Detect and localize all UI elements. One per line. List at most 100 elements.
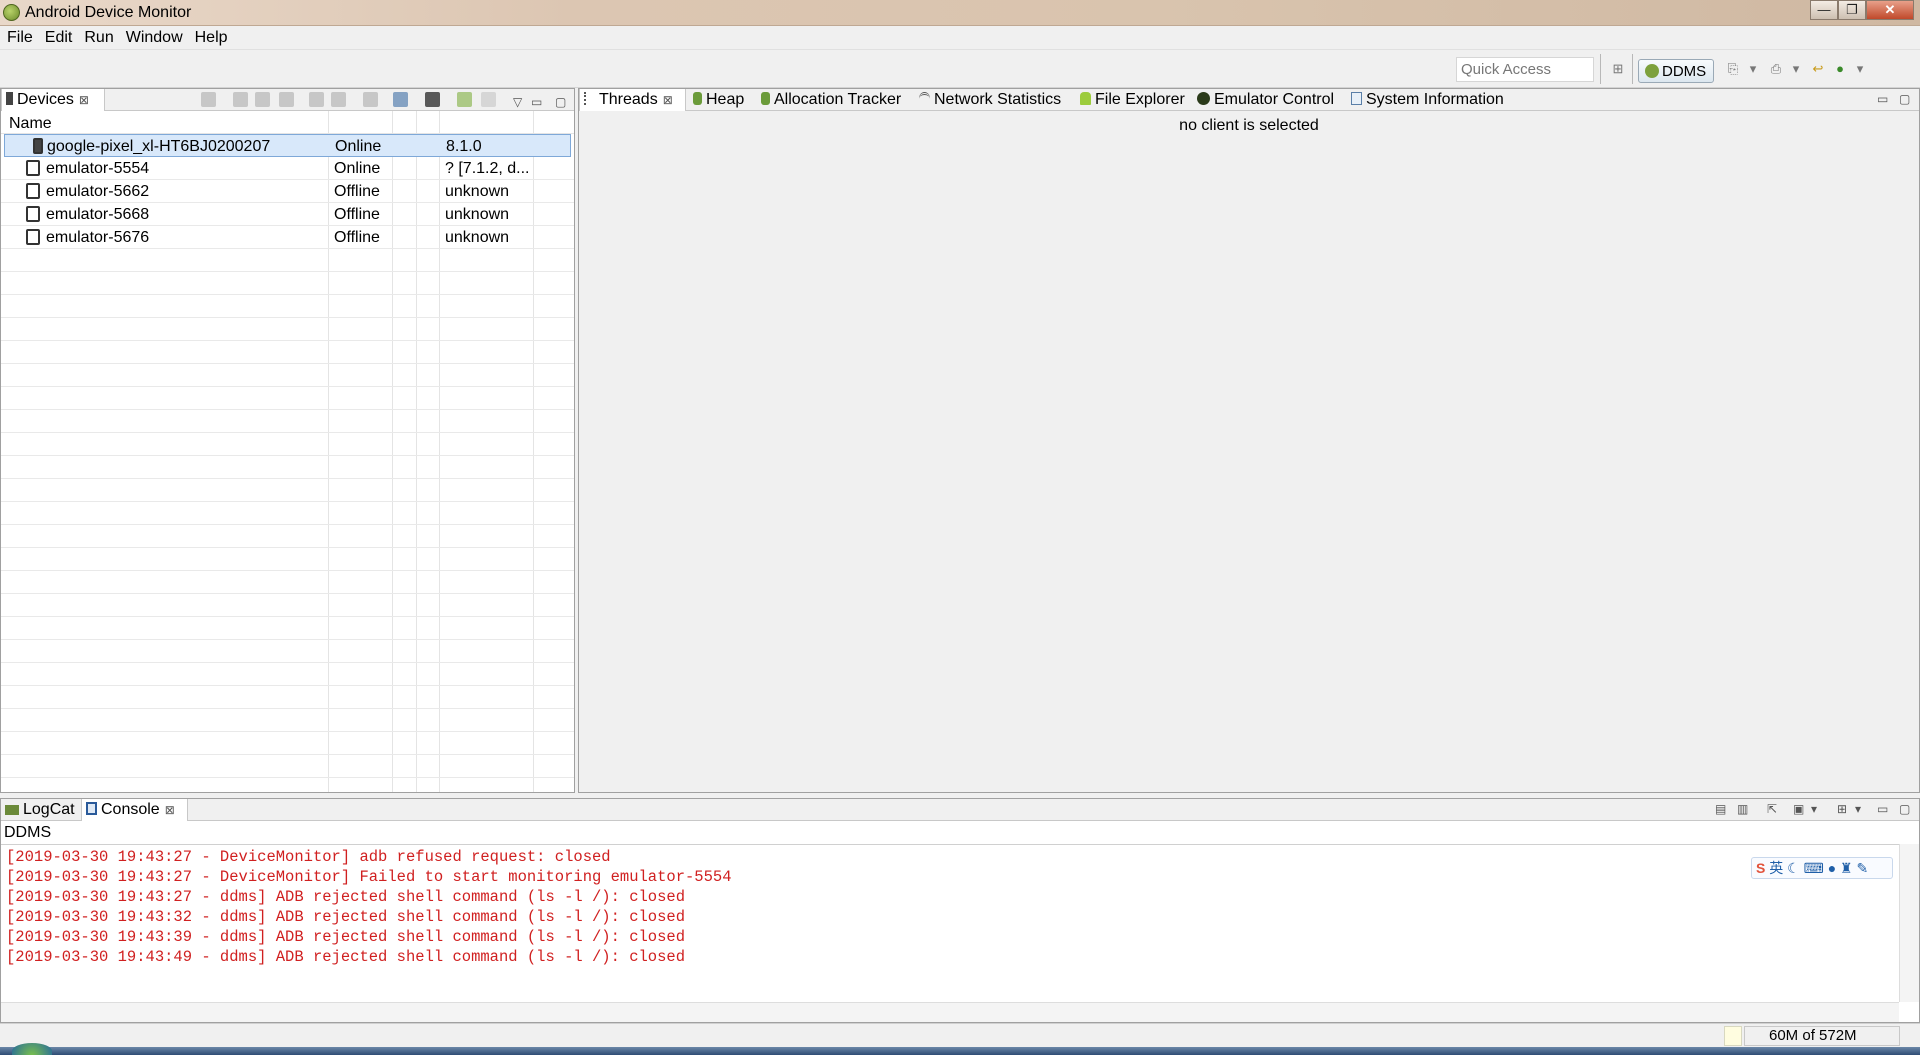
empty-row xyxy=(1,525,574,548)
quick-access-input[interactable]: Quick Access xyxy=(1456,57,1594,82)
log-line: [2019-03-30 19:43:27 - ddms] ADB rejecte… xyxy=(6,888,686,906)
window-controls: — ❐ ✕ xyxy=(1810,0,1914,21)
close-icon[interactable]: ⊠ xyxy=(165,803,175,817)
column-name-header[interactable]: Name xyxy=(9,115,52,133)
empty-row xyxy=(1,502,574,525)
emulator-icon xyxy=(26,160,40,176)
systrace-capture-icon[interactable] xyxy=(457,92,472,107)
update-heap-icon[interactable] xyxy=(233,92,248,107)
tab-devices[interactable]: Devices ⊠ xyxy=(1,89,105,111)
menu-help[interactable]: Help xyxy=(195,29,228,47)
window-title: Android Device Monitor xyxy=(25,4,192,21)
empty-row xyxy=(1,640,574,663)
menu-file[interactable]: File xyxy=(7,29,33,47)
maximize-icon[interactable]: ▢ xyxy=(1899,802,1910,816)
dump-view-hierarchy-icon[interactable] xyxy=(425,92,440,107)
empty-row xyxy=(1,755,574,778)
client-tabbar: Threads ⊠ Heap Allocation Tracker Network… xyxy=(579,89,1919,111)
vertical-scrollbar[interactable] xyxy=(1899,844,1919,1002)
clear-console-icon[interactable]: ▤ xyxy=(1715,802,1726,816)
emulator-control-icon xyxy=(1197,92,1210,105)
back-arrow-icon[interactable]: ↩ xyxy=(1810,61,1826,77)
device-name: emulator-5676 xyxy=(46,229,150,246)
cause-gc-icon[interactable] xyxy=(279,92,294,107)
toolbar-separator xyxy=(1632,54,1633,84)
menu-window[interactable]: Window xyxy=(126,29,183,47)
close-button[interactable]: ✕ xyxy=(1866,0,1914,20)
tab-emulator-control[interactable]: Emulator Control xyxy=(1193,89,1334,111)
toolbar-separator xyxy=(1600,54,1601,84)
empty-row xyxy=(1,456,574,479)
empty-row xyxy=(1,663,574,686)
tab-system-information[interactable]: System Information xyxy=(1347,89,1504,111)
tab-console[interactable]: Console ⊠ xyxy=(81,799,188,821)
display-console-icon[interactable]: ▣ xyxy=(1793,802,1804,816)
scroll-lock-icon[interactable]: ▥ xyxy=(1737,802,1748,816)
tab-threads[interactable]: Threads ⊠ xyxy=(579,89,686,111)
open-console-icon[interactable]: ⊞ xyxy=(1837,802,1847,816)
empty-row xyxy=(1,594,574,617)
start-opengl-trace-icon[interactable] xyxy=(481,92,496,107)
device-row[interactable]: emulator-5668 Offline unknown xyxy=(1,203,574,226)
dropdown-arrow-icon[interactable]: ▾ xyxy=(1852,61,1868,77)
dump-hierarchy-icon[interactable]: ⎙ xyxy=(1768,61,1784,77)
update-threads-icon[interactable] xyxy=(309,92,324,107)
close-icon[interactable]: ⊠ xyxy=(663,93,673,107)
debug-process-icon[interactable] xyxy=(201,92,216,107)
ime-toolbar[interactable]: S 英 ☾ ⌨ ● ♜ ✎ xyxy=(1751,857,1893,879)
heap-status[interactable]: 60M of 572M xyxy=(1744,1026,1900,1046)
tab-logcat[interactable]: LogCat xyxy=(1,799,75,821)
empty-row xyxy=(1,295,574,318)
screen-capture-icon[interactable] xyxy=(393,92,408,107)
dropdown-arrow-icon[interactable]: ▾ xyxy=(1855,802,1861,816)
tab-allocation-tracker[interactable]: Allocation Tracker xyxy=(757,89,901,111)
menu-run[interactable]: Run xyxy=(84,29,113,47)
tab-file-explorer-label: File Explorer xyxy=(1095,91,1185,108)
device-version: unknown xyxy=(445,229,510,246)
empty-row xyxy=(1,433,574,456)
dropdown-arrow-icon[interactable]: ▾ xyxy=(1811,802,1817,816)
screen-capture-icon[interactable]: ⎘ xyxy=(1725,61,1741,77)
dropdown-arrow-icon[interactable]: ▾ xyxy=(1788,61,1804,77)
console-panel: LogCat Console ⊠ ▤ ▥ ⇱ ▣ ▾ ⊞ ▾ ▭ ▢ DDMS [… xyxy=(0,798,1920,1023)
pin-console-icon[interactable]: ⇱ xyxy=(1767,802,1777,816)
device-row[interactable]: google-pixel_xl-HT6BJ0200207 Online 8.1.… xyxy=(4,134,571,157)
empty-row xyxy=(1,617,574,640)
devices-table: Name google-pixel_xl-HT6BJ0200207 Online… xyxy=(1,111,574,792)
console-output[interactable]: [2019-03-30 19:43:27 - DeviceMonitor] ad… xyxy=(1,844,1899,1002)
minimize-icon[interactable]: ▭ xyxy=(1877,92,1888,106)
empty-row xyxy=(1,387,574,410)
maximize-icon[interactable]: ▢ xyxy=(1899,92,1910,106)
android-device-monitor-icon xyxy=(3,4,20,21)
open-perspective-icon[interactable]: ⊞ xyxy=(1610,61,1626,77)
device-row[interactable]: emulator-5676 Offline unknown xyxy=(1,226,574,249)
device-version: 8.1.0 xyxy=(446,138,482,155)
tab-network-statistics[interactable]: Network Statistics xyxy=(915,89,1061,111)
menu-edit[interactable]: Edit xyxy=(45,29,73,47)
tab-heap[interactable]: Heap xyxy=(689,89,744,111)
tab-devices-label: Devices xyxy=(17,91,74,108)
dump-hprof-icon[interactable] xyxy=(255,92,270,107)
stop-process-icon[interactable] xyxy=(363,92,378,107)
devices-tabbar: Devices ⊠ ▽ ▭ ▢ xyxy=(1,89,574,111)
device-row[interactable]: emulator-5554 Online ? [7.1.2, d... xyxy=(1,157,574,180)
method-profiling-icon[interactable] xyxy=(331,92,346,107)
empty-row xyxy=(1,341,574,364)
maximize-button[interactable]: ❐ xyxy=(1838,0,1866,20)
tab-file-explorer[interactable]: File Explorer xyxy=(1076,89,1185,111)
minimize-icon[interactable]: ▭ xyxy=(531,95,542,109)
system-info-icon xyxy=(1351,92,1362,105)
dropdown-arrow-icon[interactable]: ▾ xyxy=(1745,61,1761,77)
ddms-perspective-button[interactable]: DDMS xyxy=(1638,59,1714,83)
start-button[interactable] xyxy=(12,1043,52,1055)
horizontal-scrollbar[interactable] xyxy=(1,1002,1899,1022)
minimize-icon[interactable]: ▭ xyxy=(1877,802,1888,816)
tab-console-label: Console xyxy=(101,801,160,818)
minimize-button[interactable]: — xyxy=(1810,0,1838,20)
view-menu-icon[interactable]: ▽ xyxy=(513,95,522,109)
close-icon[interactable]: ⊠ xyxy=(79,93,89,107)
systrace-icon[interactable]: ● xyxy=(1832,61,1848,77)
device-row[interactable]: emulator-5662 Offline unknown xyxy=(1,180,574,203)
allocation-icon xyxy=(761,92,770,105)
maximize-icon[interactable]: ▢ xyxy=(555,95,566,109)
